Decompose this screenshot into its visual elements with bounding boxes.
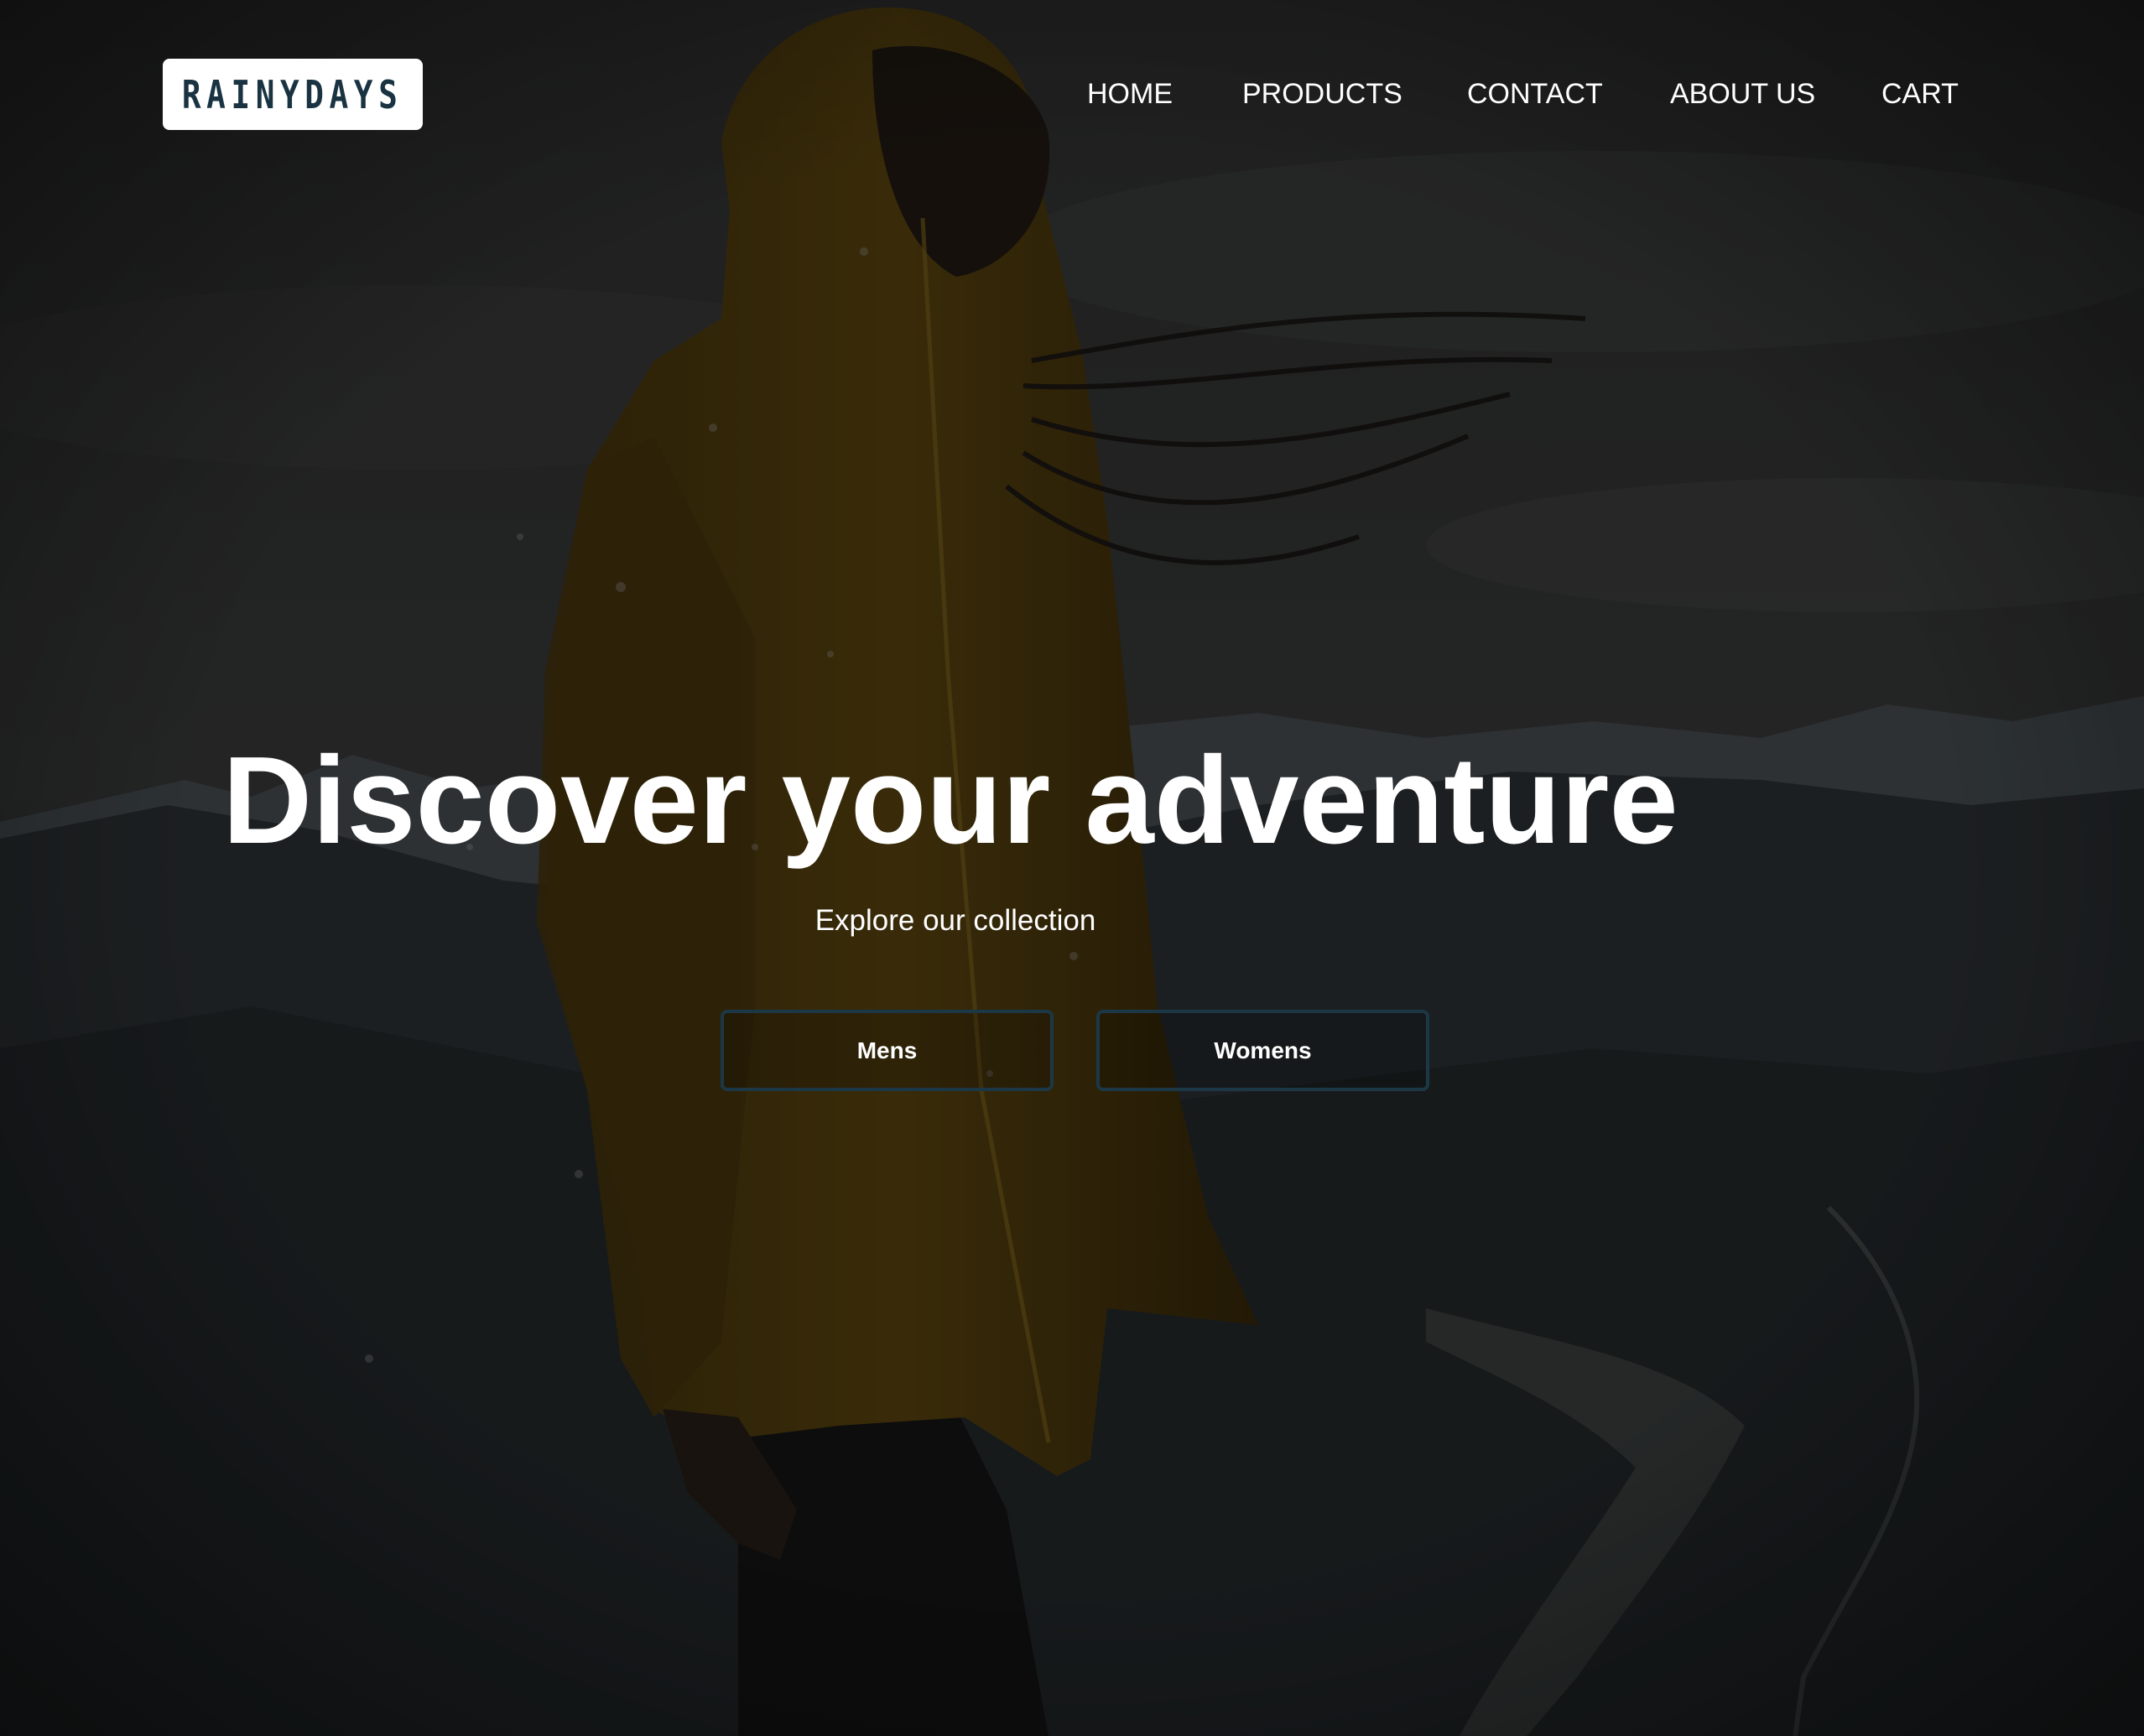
site-logo[interactable]: RAINYDAYS [163, 59, 423, 130]
hero-section: RAINYDAYS HOME PRODUCTS CONTACT ABOUT US… [0, 0, 2144, 1736]
mens-button[interactable]: Mens [721, 1010, 1054, 1091]
nav-about-us-link[interactable]: ABOUT US [1670, 69, 1815, 119]
womens-button[interactable]: Womens [1096, 1010, 1429, 1091]
nav-home-link[interactable]: HOME [1087, 69, 1173, 119]
hero-subtitle: Explore our collection [814, 904, 1096, 937]
nav-cart-link[interactable]: CART [1881, 69, 1959, 119]
logo-text: RAINYDAYS [182, 71, 403, 117]
nav-products-link[interactable]: PRODUCTS [1242, 69, 1402, 119]
main-nav: HOME PRODUCTS CONTACT ABOUT US CART [1074, 69, 2013, 119]
hero-title: Discover your adventure [222, 731, 1678, 870]
site-header: RAINYDAYS HOME PRODUCTS CONTACT ABOUT US… [0, 0, 2144, 193]
nav-contact-link[interactable]: CONTACT [1467, 69, 1603, 119]
